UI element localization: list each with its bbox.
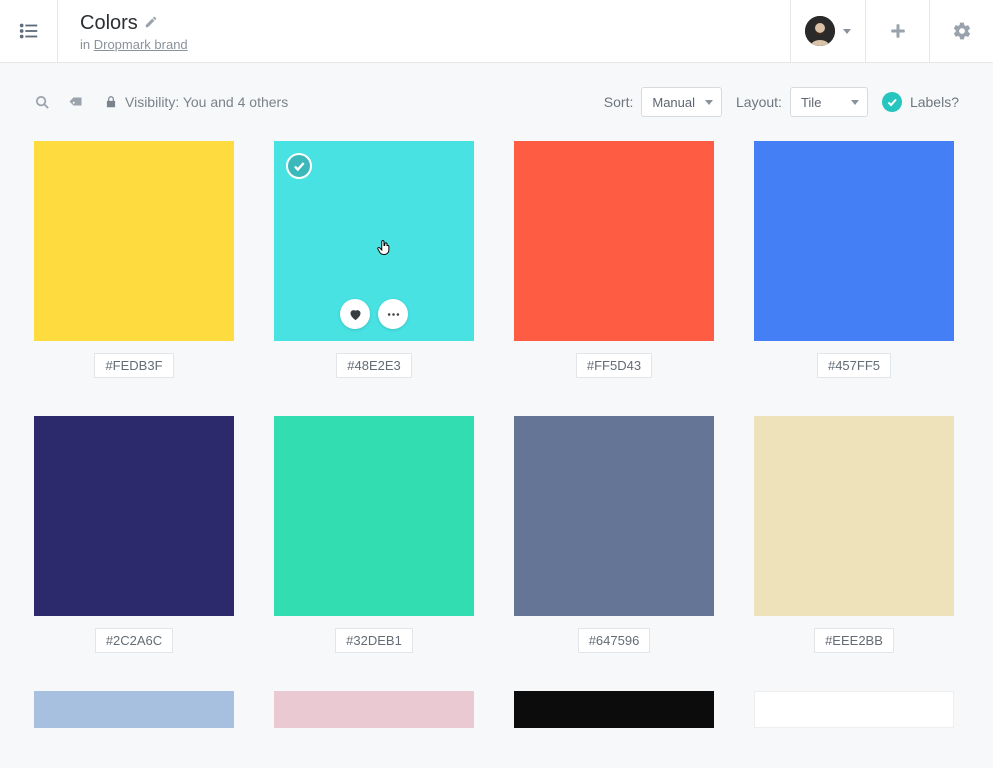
color-swatch[interactable] bbox=[274, 141, 474, 341]
visibility-label: Visibility: You and 4 others bbox=[125, 94, 288, 110]
list-icon bbox=[18, 20, 40, 42]
color-tile: #EEE2BB bbox=[754, 416, 954, 653]
sort-value: Manual bbox=[652, 95, 695, 110]
search-icon bbox=[34, 94, 51, 111]
tags-button[interactable] bbox=[69, 94, 86, 111]
color-tile bbox=[274, 691, 474, 728]
layout-value: Tile bbox=[801, 95, 821, 110]
breadcrumb: in Dropmark brand bbox=[80, 37, 768, 52]
color-swatch[interactable] bbox=[34, 141, 234, 341]
avatar bbox=[805, 16, 835, 46]
cursor-hand-icon bbox=[375, 238, 393, 256]
app-header: Colors in Dropmark brand bbox=[0, 0, 993, 63]
color-tile: #457FF5 bbox=[754, 141, 954, 378]
tag-icon bbox=[69, 94, 86, 111]
check-icon bbox=[882, 92, 902, 112]
page-title: Colors bbox=[80, 12, 768, 35]
color-label: #FEDB3F bbox=[94, 353, 173, 378]
color-swatch[interactable] bbox=[754, 141, 954, 341]
color-swatch[interactable] bbox=[274, 416, 474, 616]
color-label: #48E2E3 bbox=[336, 353, 412, 378]
color-swatch[interactable] bbox=[34, 691, 234, 728]
more-button[interactable] bbox=[378, 299, 408, 329]
color-tile: #647596 bbox=[514, 416, 714, 653]
layout-control: Layout: Tile bbox=[736, 87, 868, 117]
chevron-down-icon bbox=[851, 100, 859, 105]
edit-title-button[interactable] bbox=[144, 12, 158, 35]
user-menu[interactable] bbox=[790, 0, 865, 62]
color-grid: #FEDB3F bbox=[0, 141, 993, 768]
color-swatch[interactable] bbox=[754, 416, 954, 616]
labels-toggle-label: Labels? bbox=[910, 94, 959, 110]
sort-select[interactable]: Manual bbox=[641, 87, 722, 117]
toolbar-right: Sort: Manual Layout: Tile Labels? bbox=[604, 87, 959, 117]
search-button[interactable] bbox=[34, 94, 51, 111]
color-swatch[interactable] bbox=[34, 416, 234, 616]
color-tile: #32DEB1 bbox=[274, 416, 474, 653]
color-tile bbox=[754, 691, 954, 728]
visibility-control[interactable]: Visibility: You and 4 others bbox=[104, 94, 288, 110]
header-right bbox=[790, 0, 993, 62]
color-label: #2C2A6C bbox=[95, 628, 173, 653]
chevron-down-icon bbox=[705, 100, 713, 105]
layout-label: Layout: bbox=[736, 94, 782, 110]
layout-select[interactable]: Tile bbox=[790, 87, 868, 117]
breadcrumb-link[interactable]: Dropmark brand bbox=[94, 37, 188, 52]
color-tile: #48E2E3 bbox=[274, 141, 474, 378]
add-button[interactable] bbox=[865, 0, 929, 62]
color-swatch[interactable] bbox=[514, 416, 714, 616]
sort-label: Sort: bbox=[604, 94, 634, 110]
avatar-image bbox=[805, 16, 835, 46]
tile-actions bbox=[274, 299, 474, 329]
title-area: Colors in Dropmark brand bbox=[58, 0, 790, 62]
check-icon bbox=[292, 159, 306, 173]
color-label: #EEE2BB bbox=[814, 628, 894, 653]
favorite-button[interactable] bbox=[340, 299, 370, 329]
color-tile bbox=[514, 691, 714, 728]
lock-icon bbox=[104, 95, 118, 109]
toolbar-left: Visibility: You and 4 others bbox=[34, 94, 288, 111]
labels-toggle[interactable]: Labels? bbox=[882, 92, 959, 112]
breadcrumb-prefix: in bbox=[80, 37, 94, 52]
heart-icon bbox=[348, 307, 363, 322]
color-tile: #FF5D43 bbox=[514, 141, 714, 378]
settings-button[interactable] bbox=[929, 0, 993, 62]
toolbar: Visibility: You and 4 others Sort: Manua… bbox=[0, 63, 993, 141]
color-tile: #2C2A6C bbox=[34, 416, 234, 653]
color-swatch[interactable] bbox=[514, 691, 714, 728]
sort-control: Sort: Manual bbox=[604, 87, 722, 117]
chevron-down-icon bbox=[843, 29, 851, 34]
pencil-icon bbox=[144, 15, 158, 29]
ellipsis-icon bbox=[386, 307, 401, 322]
color-label: #32DEB1 bbox=[335, 628, 413, 653]
color-swatch[interactable] bbox=[514, 141, 714, 341]
color-label: #647596 bbox=[578, 628, 651, 653]
select-toggle[interactable] bbox=[286, 153, 312, 179]
page-title-text: Colors bbox=[80, 12, 138, 35]
plus-icon bbox=[889, 22, 907, 40]
color-tile bbox=[34, 691, 234, 728]
gear-icon bbox=[952, 21, 972, 41]
color-swatch[interactable] bbox=[274, 691, 474, 728]
color-label: #457FF5 bbox=[817, 353, 891, 378]
color-label: #FF5D43 bbox=[576, 353, 652, 378]
menu-button[interactable] bbox=[0, 0, 58, 62]
color-tile: #FEDB3F bbox=[34, 141, 234, 378]
color-swatch[interactable] bbox=[754, 691, 954, 728]
